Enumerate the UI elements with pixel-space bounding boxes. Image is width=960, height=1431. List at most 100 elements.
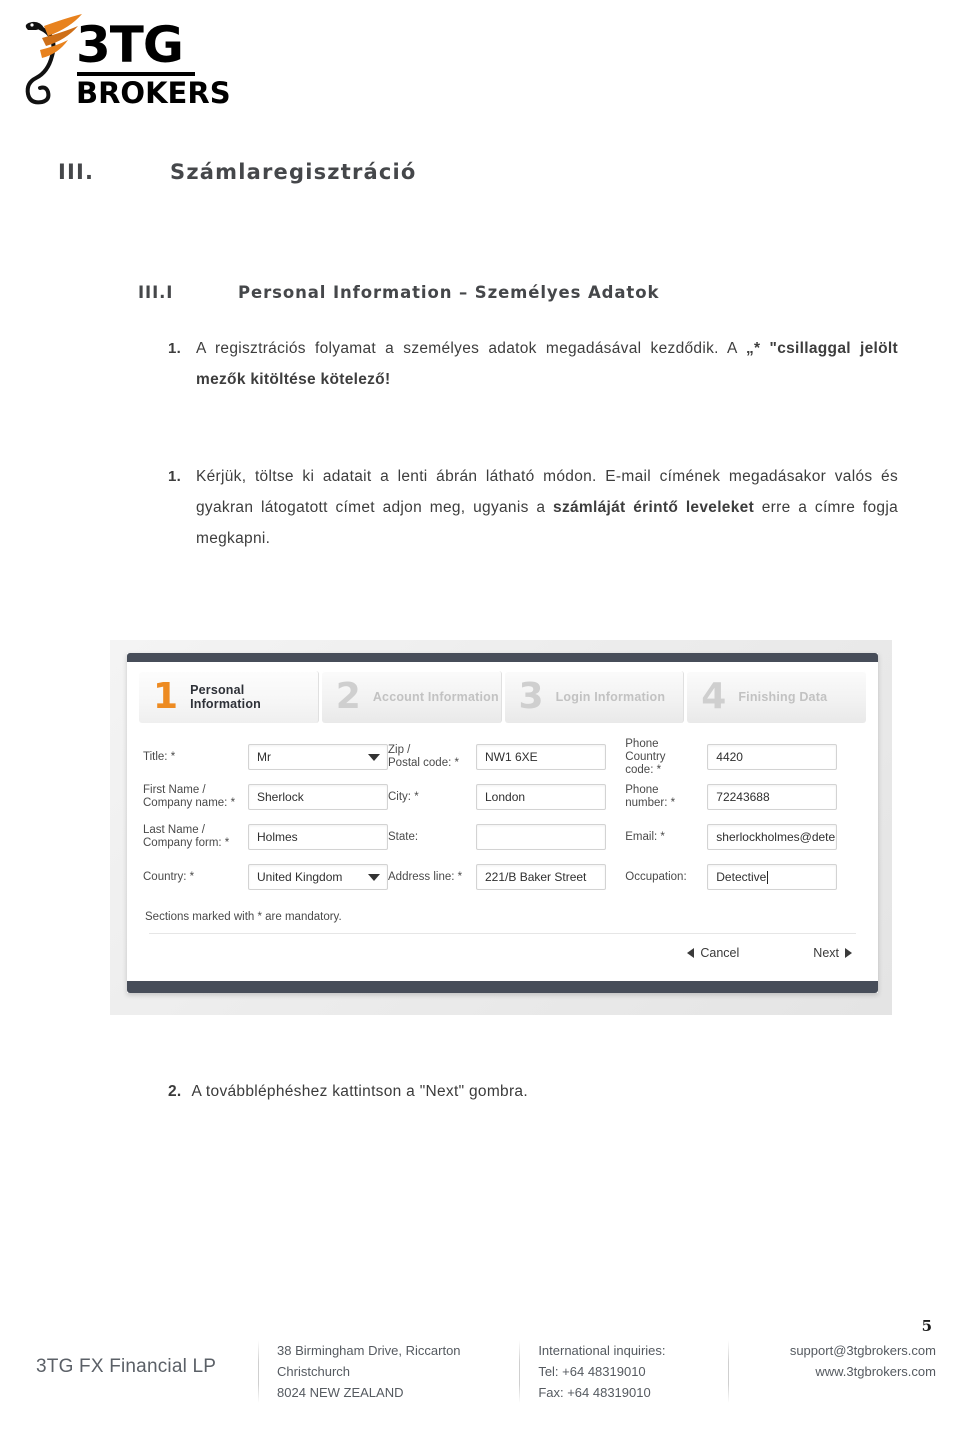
- field-phone-country-code-label: Phone Country code: *: [625, 737, 666, 776]
- company-logo: 3TG BROKERS: [18, 8, 278, 113]
- form-column-1: Title: * Mr First Name / Company name: * …: [143, 737, 388, 897]
- city-value: London: [485, 790, 526, 804]
- paragraph-1: 1. A regisztrációs folyamat a személyes …: [168, 333, 898, 395]
- field-address-line-label: Address line: *: [388, 870, 463, 883]
- arrow-left-icon: [687, 948, 695, 958]
- field-email-label: Email: *: [625, 830, 665, 843]
- field-zip: Zip / Postal code: * NW1 6XE: [388, 737, 625, 777]
- footer-address-line-1: 38 Birmingham Drive, Riccarton: [277, 1343, 461, 1358]
- first-name-input[interactable]: Sherlock: [248, 784, 388, 810]
- step-2-number: 2: [335, 676, 361, 717]
- next-button[interactable]: Next: [813, 946, 852, 960]
- field-phone-number-label: Phone number: *: [625, 784, 676, 809]
- field-email: Email: * sherlockholmes@dete: [625, 817, 862, 857]
- subsection-label: Personal Information – Személyes Adatok: [238, 283, 660, 302]
- next-button-label: Next: [813, 946, 839, 960]
- email-input[interactable]: sherlockholmes@dete: [707, 824, 838, 850]
- last-name-value: Holmes: [257, 830, 298, 844]
- step-1-number: 1: [153, 676, 179, 717]
- step-indicator: 1 Personal Information 2 Account Informa…: [139, 671, 866, 723]
- arrow-right-icon: [845, 948, 852, 958]
- field-country-label: Country: *: [143, 870, 195, 883]
- address-line-value: 221/B Baker Street: [485, 870, 587, 884]
- subsection-number: III.I: [138, 283, 174, 302]
- cancel-button-label: Cancel: [700, 946, 740, 960]
- form-top-bar: [127, 653, 878, 662]
- footer-intl-title: International inquiries:: [538, 1343, 666, 1358]
- field-phone-country-code: Phone Country code: * 4420: [625, 737, 862, 777]
- document-footer: 3TG FX Financial LP 38 Birmingham Drive,…: [36, 1340, 936, 1403]
- page-title: III. Számlaregisztráció: [58, 160, 888, 184]
- footer-address: 38 Birmingham Drive, Riccarton Christchu…: [277, 1340, 501, 1403]
- paragraph-2-text-b: számláját érintő leveleket: [553, 499, 755, 516]
- step-1-label: Personal Information: [190, 683, 262, 711]
- step-3-number: 3: [518, 676, 544, 717]
- email-value: sherlockholmes@dete: [716, 830, 836, 844]
- paragraph-1-text-a: A regisztrációs folyamat a személyes ada…: [196, 340, 746, 357]
- phone-number-input[interactable]: 72243688: [707, 784, 838, 810]
- title-select[interactable]: Mr: [248, 744, 388, 770]
- page-number: 5: [921, 1317, 932, 1335]
- field-phone-number: Phone number: * 72243688: [625, 777, 862, 817]
- text-caret: [767, 870, 769, 884]
- occupation-value: Detective: [716, 870, 767, 884]
- field-zip-label: Zip / Postal code: *: [388, 744, 459, 769]
- title-value: Mr: [257, 750, 271, 764]
- paragraph-3: 2. A továbbléphéshez kattintson a "Next" …: [168, 1078, 898, 1106]
- city-input[interactable]: London: [476, 784, 606, 810]
- phone-country-code-input[interactable]: 4420: [707, 744, 838, 770]
- step-3-login-information[interactable]: 3 Login Information: [504, 671, 685, 723]
- phone-number-value: 72243688: [716, 790, 770, 804]
- footer-divider: [258, 1340, 260, 1403]
- first-name-value: Sherlock: [257, 790, 304, 804]
- footer-contact: support@3tgbrokers.com www.3tgbrokers.co…: [747, 1340, 936, 1382]
- step-4-number: 4: [701, 676, 727, 717]
- cancel-button[interactable]: Cancel: [687, 946, 739, 960]
- subsection-title: III.I Personal Information – Személyes Ad…: [138, 283, 898, 302]
- field-title: Title: * Mr: [143, 737, 388, 777]
- field-address-line: Address line: * 221/B Baker Street: [388, 857, 625, 897]
- footer-international-inquiries: International inquiries: Tel: +64 483190…: [538, 1340, 710, 1403]
- logo-brand-top: 3TG: [76, 16, 184, 74]
- step-1-personal-information[interactable]: 1 Personal Information: [139, 671, 319, 723]
- chevron-down-icon: [368, 754, 380, 761]
- step-3-label: Login Information: [555, 690, 666, 704]
- last-name-input[interactable]: Holmes: [248, 824, 388, 850]
- footer-website[interactable]: www.3tgbrokers.com: [747, 1361, 936, 1382]
- field-last-name-label: Last Name / Company form: *: [143, 824, 230, 849]
- footer-divider: [727, 1340, 729, 1403]
- paragraph-1-marker: 1.: [168, 340, 182, 357]
- footer-company-name: 3TG FX Financial LP: [36, 1356, 217, 1377]
- step-4-finishing-data[interactable]: 4 Finishing Data: [687, 671, 866, 723]
- field-occupation: Occupation: Detective: [625, 857, 862, 897]
- chevron-down-icon: [368, 874, 380, 881]
- state-input[interactable]: [476, 824, 606, 850]
- field-country: Country: * United Kingdom: [143, 857, 388, 897]
- country-select[interactable]: United Kingdom: [248, 864, 388, 890]
- step-2-account-information[interactable]: 2 Account Information: [321, 671, 502, 723]
- field-title-label: Title: *: [143, 750, 176, 763]
- zip-input[interactable]: NW1 6XE: [476, 744, 606, 770]
- paragraph-3-text: A továbbléphéshez kattintson a "Next" go…: [191, 1083, 528, 1100]
- form-column-3: Phone Country code: * 4420 Phone number: …: [625, 737, 862, 897]
- footer-tel: Tel: +64 48319010: [538, 1364, 646, 1379]
- logo-brand-bottom: BROKERS: [76, 76, 231, 110]
- field-state: State:: [388, 817, 625, 857]
- field-state-label: State:: [388, 830, 419, 843]
- footer-fax: Fax: +64 48319010: [538, 1385, 651, 1400]
- personal-information-form: Title: * Mr First Name / Company name: * …: [139, 733, 866, 897]
- phone-country-code-value: 4420: [716, 750, 743, 764]
- form-actions: Cancel Next: [139, 934, 866, 960]
- step-4-label: Finishing Data: [738, 690, 828, 704]
- form-bottom-bar: [127, 981, 878, 993]
- mandatory-note: Sections marked with * are mandatory.: [145, 911, 342, 923]
- paragraph-3-marker: 2.: [168, 1083, 182, 1100]
- occupation-input[interactable]: Detective: [707, 864, 838, 890]
- footer-divider: [519, 1340, 521, 1403]
- footer-email[interactable]: support@3tgbrokers.com: [747, 1340, 936, 1361]
- footer-address-line-3: 8024 NEW ZEALAND: [277, 1385, 404, 1400]
- footer-address-line-2: Christchurch: [277, 1364, 350, 1379]
- address-line-input[interactable]: 221/B Baker Street: [476, 864, 606, 890]
- section-number: III.: [58, 160, 95, 184]
- paragraph-2: 1. Kérjük, töltse ki adatait a lenti ábr…: [168, 461, 898, 554]
